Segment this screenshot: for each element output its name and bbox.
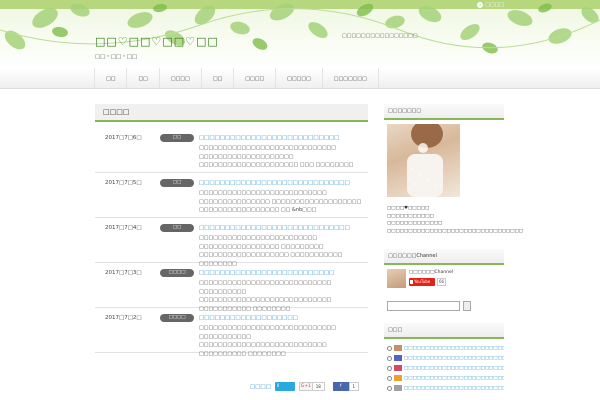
profile-widget: □□□□□□□ □□□□♥□□□□□ □□□□□□□□□□□ □□□□□□□□□… — [384, 104, 524, 235]
recent-post-item[interactable]: □□□□□□□□□□□□□□□□□□□□□□□□□□□□□□ — [384, 373, 504, 383]
gplus-label: G+1 — [298, 382, 313, 391]
bullet-icon — [387, 355, 392, 361]
post-row: 2017□7□2□ □□□□ □□□□□□□□□□□□□□□□□□□ □□□□□□□□… — [95, 308, 368, 357]
section-title: □□□□ — [95, 104, 368, 122]
twitter-share-button[interactable]: 0 — [274, 382, 295, 391]
recent-post-item[interactable]: □□□□□□□□□□□□□□□□□□□□□□□□□□□□□□ — [384, 343, 504, 353]
profile-line: □□□□□□□□□□□□□□□□□□□□□□□□□□□□□□□□ — [387, 228, 524, 234]
global-nav-items: □□ □□ □□□□ □□ □□□□ □□□□□ □□□□□□□ — [94, 68, 379, 89]
facebook-count: 1 — [348, 382, 359, 391]
recent-post-thumbnail — [394, 375, 402, 381]
recent-posts-list: □□□□□□□□□□□□□□□□□□□□□□□□ □□□□□□ □□□□□□□□□□… — [384, 343, 504, 393]
search-button[interactable] — [463, 301, 471, 311]
post-title-link[interactable]: □□□□□□□□□□□□□□□□□□□□□□□□□□□□□ — [199, 225, 365, 231]
nav-item[interactable]: □□□□□□□ — [321, 68, 379, 89]
recent-post-thumbnail — [394, 355, 402, 361]
search-form — [387, 301, 504, 311]
post-date: 2017□7□2□ — [105, 315, 142, 321]
youtube-widget: □□□□□□Channel □□□□□□Channel YouTube 66 — [384, 249, 504, 311]
nav-item[interactable]: □□□□ — [158, 68, 201, 89]
post-title-link[interactable]: □□□□□□□□□□□□□□□□□□□ — [199, 315, 365, 321]
bullet-icon — [387, 345, 392, 351]
bullet-icon — [387, 385, 392, 391]
gplus-count: 18 — [312, 382, 325, 391]
post-title-link[interactable]: □□□□□□□□□□□□□□□□□□□□□□□□□□ — [199, 270, 365, 276]
youtube-subscribe-button[interactable]: YouTube — [409, 278, 435, 286]
login-label: □□□□ — [485, 1, 504, 8]
recent-post-item[interactable]: □□□□□□□□□□□□□□□□□□□□□□□□□□□□□□ — [384, 363, 504, 373]
post-row: 2017□7□6□ □□ □□□□□□□□□□□□□□□□□□□□□□□□□□□ □□… — [95, 128, 368, 173]
profile-widget-title: □□□□□□□ — [384, 104, 504, 120]
main-content: □□□□ 2017□7□6□ □□ □□□□□□□□□□□□□□□□□□□□□□□□… — [95, 104, 368, 357]
post-category-badge[interactable]: □□ — [160, 134, 194, 142]
youtube-button-label: YouTube — [414, 279, 431, 284]
site-subtitle: □□・□□・□□ — [95, 54, 138, 60]
nav-item[interactable]: □□ — [126, 68, 158, 89]
recent-post-thumbnail — [394, 345, 402, 351]
post-category-badge[interactable]: □□□□ — [160, 314, 194, 322]
post-row: 2017□7□3□ □□□□ □□□□□□□□□□□□□□□□□□□□□□□□□□ □… — [95, 263, 368, 312]
twitter-count: 0 — [276, 383, 280, 388]
share-label: □□□□ — [250, 383, 271, 390]
recent-post-title: □□□□□□□□□□□□□□□□□□□□□□□□□□□□□□ — [404, 365, 504, 371]
gplus-button[interactable]: G+1 18 — [298, 382, 325, 391]
nav-item[interactable]: □□ — [200, 68, 233, 89]
youtube-channel: □□□□□□Channel YouTube 66 — [384, 265, 504, 297]
arrow-right-icon: › — [477, 1, 484, 8]
post-category-badge[interactable]: □□ — [160, 179, 194, 187]
post-excerpt: □□□□□□□□□□□□□□□□□□□□□□□□□□□□□ □□□□□□□□□□… — [199, 325, 336, 357]
recent-posts-title: □□□ — [384, 323, 504, 339]
post-category-badge[interactable]: □□ — [160, 224, 194, 232]
site-title[interactable]: □□♡□□♡□□♡□□ — [95, 35, 219, 48]
site-header: › □□□□ □□♡□□♡□□♡□□ □□・□□・□□ □□□□□□□□□□□□… — [0, 0, 600, 72]
post-date: 2017□7□3□ — [105, 270, 142, 276]
nav-item[interactable]: □□□□ — [233, 68, 275, 89]
youtube-play-icon — [410, 280, 413, 284]
login-link[interactable]: › □□□□ — [477, 1, 504, 8]
post-date: 2017□7□4□ — [105, 225, 142, 231]
global-nav: □□ □□ □□□□ □□ □□□□ □□□□□ □□□□□□□ — [0, 68, 600, 89]
sidebar: □□□□□□□ □□□□♥□□□□□ □□□□□□□□□□□ □□□□□□□□□… — [384, 104, 524, 393]
channel-name[interactable]: □□□□□□Channel — [409, 270, 453, 275]
recent-post-thumbnail — [394, 365, 402, 371]
leaf-decoration — [0, 3, 600, 54]
recent-post-title: □□□□□□□□□□□□□□□□□□□□□□□□□□□□□□ — [404, 385, 504, 391]
facebook-share-button[interactable]: f 1 — [332, 382, 359, 391]
post-excerpt: □□□□□□□□□□□□□□□□□□□□□□□□□□□ □□□□□□□□□□□□… — [199, 190, 362, 213]
post-title-link[interactable]: □□□□□□□□□□□□□□□□□□□□□□□□□□□ — [199, 135, 365, 141]
post-row: 2017□7□5□ □□ □□□□□□□□□□□□□□□□□□□□□□□□□□□□□… — [95, 173, 368, 218]
post-date: 2017□7□5□ — [105, 180, 142, 186]
share-bar: □□□□ 0 G+1 18 f 1 — [250, 382, 359, 391]
subscriber-count: 66 — [437, 278, 446, 286]
post-title-link[interactable]: □□□□□□□□□□□□□□□□□□□□□□□□□□□□□ — [199, 180, 365, 186]
recent-post-thumbnail — [394, 385, 402, 391]
channel-avatar[interactable] — [387, 269, 406, 288]
post-category-badge[interactable]: □□□□ — [160, 269, 194, 277]
recent-post-title: □□□□□□□□□□□□□□□□□□□□□□□□□□□□□□ — [404, 345, 504, 351]
profile-text: □□□□♥□□□□□ □□□□□□□□□□□ □□□□□□□□□□□□□ □□□… — [387, 205, 524, 235]
profile-photo[interactable] — [387, 124, 460, 197]
search-input[interactable] — [387, 301, 460, 311]
header-catch-copy: □□□□□□□□□□□□□□□□ — [342, 33, 418, 39]
post-date: 2017□7□6□ — [105, 135, 142, 141]
nav-item[interactable]: □□□□□ — [275, 68, 322, 89]
post-row: 2017□7□4□ □□ □□□□□□□□□□□□□□□□□□□□□□□□□□□□□… — [95, 218, 368, 267]
bullet-icon — [387, 375, 392, 381]
nav-item[interactable]: □□ — [94, 68, 126, 89]
profile-line: □□□□□□□□□□□□□ — [387, 221, 443, 226]
recent-post-item[interactable]: □□□□□□□□□□□□□□□□□□□□□□□□□□□□□□ — [384, 353, 504, 363]
recent-post-title: □□□□□□□□□□□□□□□□□□□□□□□□□□□□□□ — [404, 375, 504, 381]
profile-line: □□□□♥□□□□□ — [387, 206, 430, 211]
recent-post-item[interactable]: □□□□□□□□□□□□□□□□□□□□□□□□□□□□□□ — [384, 383, 504, 393]
recent-post-title: □□□□□□□□□□□□□□□□□□□□□□□□□□□□□□ — [404, 355, 504, 361]
bullet-icon — [387, 365, 392, 371]
post-excerpt: □□□□□□□□□□□□□□□□□□□□□□□□□□□□□ □□□□□□□□□□… — [199, 145, 354, 168]
youtube-widget-title: □□□□□□Channel — [384, 249, 504, 265]
recent-posts-widget: □□□ □□□□□□□□□□□□□□□□□□□□□□□□ □□□□□□□□□□□□… — [384, 323, 504, 393]
post-list: 2017□7□6□ □□ □□□□□□□□□□□□□□□□□□□□□□□□□□□ □□… — [95, 128, 368, 357]
profile-photo-art — [407, 124, 443, 197]
facebook-icon: f — [332, 382, 349, 391]
profile-line: □□□□□□□□□□□ — [387, 213, 434, 219]
